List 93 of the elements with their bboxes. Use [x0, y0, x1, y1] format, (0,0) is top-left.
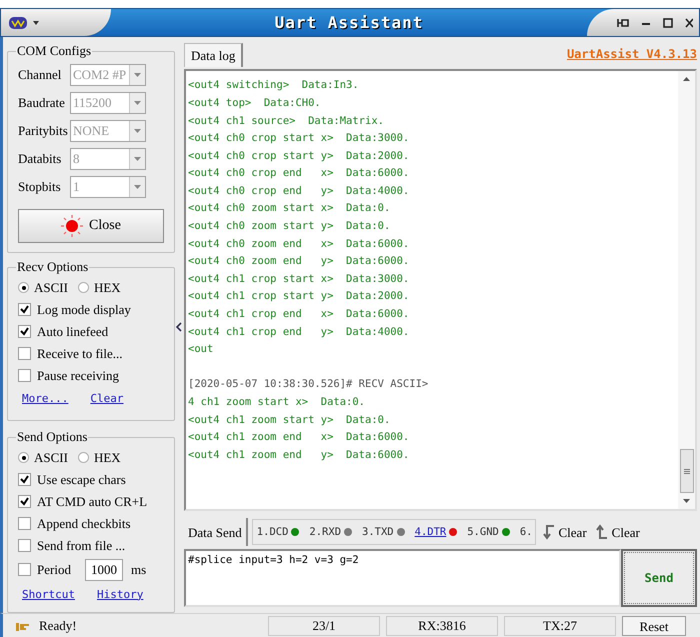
field-label: Channel	[18, 66, 62, 84]
radio-label: HEX	[94, 449, 121, 468]
log-line: <out4 ch1 crop start x> Data:3000.	[188, 272, 410, 287]
collapse-panel-icon[interactable]	[175, 322, 182, 332]
status-cell: RX:3816	[386, 616, 498, 636]
tab[interactable]: Data Send	[184, 518, 248, 546]
radio-button[interactable]	[78, 282, 89, 294]
checkbox-label: Pause receiving	[37, 367, 119, 386]
down-arrow-icon	[542, 524, 556, 540]
signal-label: 3.TXD	[362, 524, 394, 540]
checkbox-label: Log mode display	[37, 301, 131, 320]
log-line: <out4 ch0 zoom end x> Data:6000.	[188, 236, 410, 252]
log-line: <out4 ch0 zoom start y> Data:0.	[188, 219, 390, 234]
app-menu-button[interactable]	[1, 8, 111, 36]
log-line: <out4 top> Data:CH0.	[188, 96, 321, 111]
log-line: <out4 ch0 crop start x> Data:3000.	[188, 131, 410, 146]
group-title: Recv Options	[16, 258, 90, 276]
link[interactable]: Clear	[90, 390, 124, 408]
log-line: <out4 ch0 crop start y> Data:2000.	[188, 148, 410, 164]
checkbox[interactable]	[18, 563, 31, 576]
link[interactable]: History	[96, 586, 144, 604]
status-message: Ready!	[39, 616, 77, 635]
window-title: Uart Assistant	[274, 12, 424, 34]
status-cell: TX:27	[504, 616, 616, 636]
field-label: Databits	[18, 150, 62, 168]
unit-label: ms	[130, 561, 146, 580]
status-cell: 23/1	[268, 616, 380, 636]
tab[interactable]: Data log	[184, 43, 244, 68]
group-title: COM Configs	[16, 42, 92, 60]
log-line: <out4 ch1 crop end y> Data:4000.	[188, 324, 410, 340]
app-logo-icon	[9, 16, 27, 29]
signal-label: 5.GND	[467, 524, 499, 540]
send-button[interactable]: Send	[621, 549, 697, 608]
field-label: Paritybits	[18, 122, 69, 140]
checkbox[interactable]	[18, 473, 31, 486]
log-line: <out4 ch0 crop end y> Data:4000.	[188, 184, 410, 199]
log-line: <out4 switching> Data:In3.	[188, 78, 359, 94]
checkbox[interactable]	[18, 495, 31, 508]
scroll-down-icon[interactable]	[683, 499, 690, 504]
checkbox-label: Use escape chars	[37, 471, 126, 490]
log-line: <out4 ch1 zoom start y> Data:0.	[188, 412, 390, 428]
log-line: <out4 ch0 crop end x> Data:6000.	[188, 166, 410, 182]
link[interactable]: Shortcut	[22, 586, 75, 604]
field-label: Stopbits	[18, 178, 62, 196]
close-icon[interactable]	[685, 18, 693, 28]
radio-label: ASCII	[34, 449, 68, 468]
checkbox[interactable]	[18, 347, 31, 360]
log-line: <out4 ch1 source> Data:Matrix.	[188, 114, 384, 128]
log-line: [2020-05-07 10:38:30.526]# RECV ASCII>	[188, 377, 428, 392]
maximize-icon[interactable]	[663, 18, 673, 28]
signal-label: 6.	[520, 524, 532, 540]
log-line: <out4 ch1 crop end x> Data:6000.	[188, 307, 410, 322]
log-line: 4 ch1 zoom start x> Data:0.	[188, 395, 366, 410]
radio-button[interactable]	[18, 282, 29, 294]
period-field[interactable]: 1000	[84, 558, 123, 581]
signal-label: 2.RXD	[309, 524, 342, 540]
close-port-button[interactable]: Close	[18, 208, 164, 243]
scroll-thumb[interactable]	[680, 449, 694, 494]
checkbox-label: Period	[37, 561, 71, 580]
radio-button[interactable]	[78, 452, 89, 464]
checkbox[interactable]	[18, 517, 31, 530]
log-line: <out4 ch1 crop start y> Data:2000.	[188, 289, 410, 304]
clear-button[interactable]: Clear	[540, 522, 589, 542]
checkbox[interactable]	[18, 303, 31, 316]
radio-label: ASCII	[34, 279, 68, 298]
field-label: Baudrate	[18, 94, 66, 112]
scrollbar[interactable]	[678, 71, 695, 510]
up-arrow-icon	[594, 524, 609, 540]
log-line: <out4 ch1 zoom end x> Data:6000.	[188, 430, 410, 446]
radio-button[interactable]	[18, 452, 29, 464]
pin-icon[interactable]	[617, 18, 629, 28]
reset-button[interactable]: Reset	[622, 616, 686, 636]
checkbox[interactable]	[18, 325, 31, 338]
clear-button[interactable]: Clear	[592, 522, 642, 542]
log-line: <out4 ch1 zoom end y> Data:6000.	[188, 448, 410, 463]
scroll-up-icon[interactable]	[683, 77, 690, 82]
log-line: <out4 ch0 zoom end y> Data:6000.	[188, 254, 410, 270]
send-input-field[interactable]: #splice input=3 h=2 v=3 g=2	[184, 549, 621, 608]
dropdown-arrow-icon	[33, 20, 39, 25]
signal-label: 1.DCD	[256, 524, 288, 540]
checkbox-label: Append checkbits	[37, 515, 131, 534]
checkbox-label: Send from file ...	[37, 537, 126, 556]
log-line: <out4 ch0 zoom start x> Data:0.	[188, 201, 390, 216]
signal-label[interactable]: 4.DTR	[414, 524, 446, 540]
checkbox[interactable]	[18, 369, 31, 382]
link[interactable]: More...	[22, 390, 68, 408]
checkbox-label: AT CMD auto CR+L	[37, 493, 148, 512]
radio-label: HEX	[94, 279, 121, 298]
group-title: Send Options	[16, 428, 88, 446]
checkbox-label: Receive to file...	[37, 345, 123, 364]
checkbox[interactable]	[18, 539, 31, 552]
checkbox-label: Auto linefeed	[37, 323, 108, 342]
log-line: <out	[188, 342, 214, 358]
